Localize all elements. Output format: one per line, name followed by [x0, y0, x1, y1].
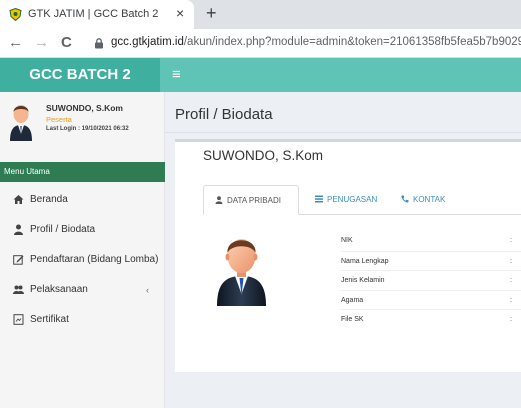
url-path: /akun/index.php?module=admin&token=21061… — [183, 36, 521, 48]
tab-label: DATA PRIBADI — [227, 196, 281, 205]
certificate-icon — [13, 314, 24, 325]
table-row: NIK : — [340, 231, 521, 251]
sidebar-item-beranda[interactable]: Beranda — [0, 185, 165, 215]
browser-toolbar: ← → C gcc.gtkjatim.id/akun/index.php?mod… — [0, 29, 521, 58]
sidebar-item-label: Pendaftaran (Bidang Lomba) — [30, 254, 159, 265]
last-login: Last Login : 19/10/2021 06:32 — [46, 126, 129, 132]
brand-logo[interactable]: GCC BATCH 2 — [0, 58, 160, 92]
reload-button[interactable]: C — [61, 34, 72, 52]
url-text: gcc.gtkjatim.id/akun/index.php?module=ad… — [111, 36, 521, 48]
browser-tab[interactable]: GTK JATIM | GCC Batch 2 × — [0, 0, 194, 29]
field-label-file-sk: File SK — [341, 316, 364, 323]
sidebar-item-pelaksanaan[interactable]: Pelaksanaan ‹ — [0, 275, 165, 305]
user-icon — [14, 224, 23, 235]
profile-tabs: DATA PRIBADI PENUGASAN KONTAK — [203, 185, 521, 215]
avatar — [10, 105, 32, 141]
field-colon: : — [510, 277, 512, 284]
app-header: GCC BATCH 2 ≡ — [0, 58, 521, 92]
home-icon — [13, 195, 24, 204]
browser-tab-title: GTK JATIM | GCC Batch 2 — [28, 8, 159, 20]
table-row: File SK : — [340, 309, 521, 329]
user-panel: SUWONDO, S.Kom Peserta Last Login : 19/1… — [0, 92, 165, 154]
sidebar-item-profil[interactable]: Profil / Biodata — [0, 215, 165, 245]
field-colon: : — [510, 316, 512, 323]
new-tab-icon[interactable]: + — [206, 4, 217, 22]
field-colon: : — [510, 257, 512, 265]
edit-icon — [13, 255, 24, 265]
sidebar-item-label: Profil / Biodata — [30, 224, 96, 235]
lock-icon — [95, 38, 103, 49]
menu-header: Menu Utama — [0, 162, 165, 182]
user-icon — [215, 196, 223, 204]
table-row: Agama : — [340, 289, 521, 310]
page-title: Profil / Biodata — [175, 106, 273, 123]
phone-icon — [401, 195, 409, 203]
field-label-nama-lengkap: Nama Lengkap — [341, 257, 389, 265]
table-row: Nama Lengkap : — [340, 250, 521, 271]
address-bar[interactable]: gcc.gtkjatim.id/akun/index.php?module=ad… — [86, 32, 521, 55]
sidebar: SUWONDO, S.Kom Peserta Last Login : 19/1… — [0, 92, 165, 408]
profile-box: SUWONDO, S.Kom DATA PRIBADI PENUGASAN KO… — [175, 139, 521, 372]
main-content: Profil / Biodata SUWONDO, S.Kom DATA PRI… — [165, 92, 521, 408]
close-tab-icon[interactable]: × — [176, 5, 184, 21]
forward-button[interactable]: → — [34, 34, 49, 52]
table-row: Jenis Kelamin : — [340, 270, 521, 290]
tab-data-pribadi[interactable]: DATA PRIBADI — [203, 185, 299, 215]
url-host: gcc.gtkjatim.id — [111, 36, 184, 48]
list-icon — [315, 195, 323, 203]
title-divider — [165, 132, 521, 133]
sidebar-item-label: Beranda — [30, 194, 68, 205]
profile-name-heading: SUWONDO, S.Kom — [203, 148, 324, 163]
profile-photo — [217, 239, 266, 306]
field-label-jenis-kelamin: Jenis Kelamin — [341, 277, 385, 284]
users-icon — [13, 285, 24, 294]
sidebar-item-sertifikat[interactable]: Sertifikat — [0, 305, 165, 335]
field-colon: : — [510, 296, 512, 304]
sidebar-item-label: Pelaksanaan — [30, 284, 88, 295]
user-role: Peserta — [46, 115, 72, 124]
tab-penugasan[interactable]: PENUGASAN — [315, 185, 377, 215]
sidebar-item-label: Sertifikat — [30, 314, 69, 325]
field-label-agama: Agama — [341, 296, 364, 304]
menu-toggle-icon[interactable]: ≡ — [172, 67, 181, 83]
field-label-nik: NIK — [341, 237, 353, 244]
tab-label: PENUGASAN — [327, 195, 378, 204]
site-favicon-icon — [9, 8, 22, 21]
sidebar-item-pendaftaran[interactable]: Pendaftaran (Bidang Lomba) — [0, 245, 165, 275]
browser-tab-bar: GTK JATIM | GCC Batch 2 × + — [0, 0, 521, 29]
back-button[interactable]: ← — [8, 34, 23, 52]
field-colon: : — [510, 237, 512, 244]
chevron-left-icon: ‹ — [146, 285, 149, 295]
tab-label: KONTAK — [413, 195, 446, 204]
tab-kontak[interactable]: KONTAK — [401, 185, 445, 215]
user-name: SUWONDO, S.Kom — [46, 103, 123, 113]
biodata-table: NIK : Nama Lengkap : Jenis Kelamin : Aga… — [340, 231, 521, 329]
